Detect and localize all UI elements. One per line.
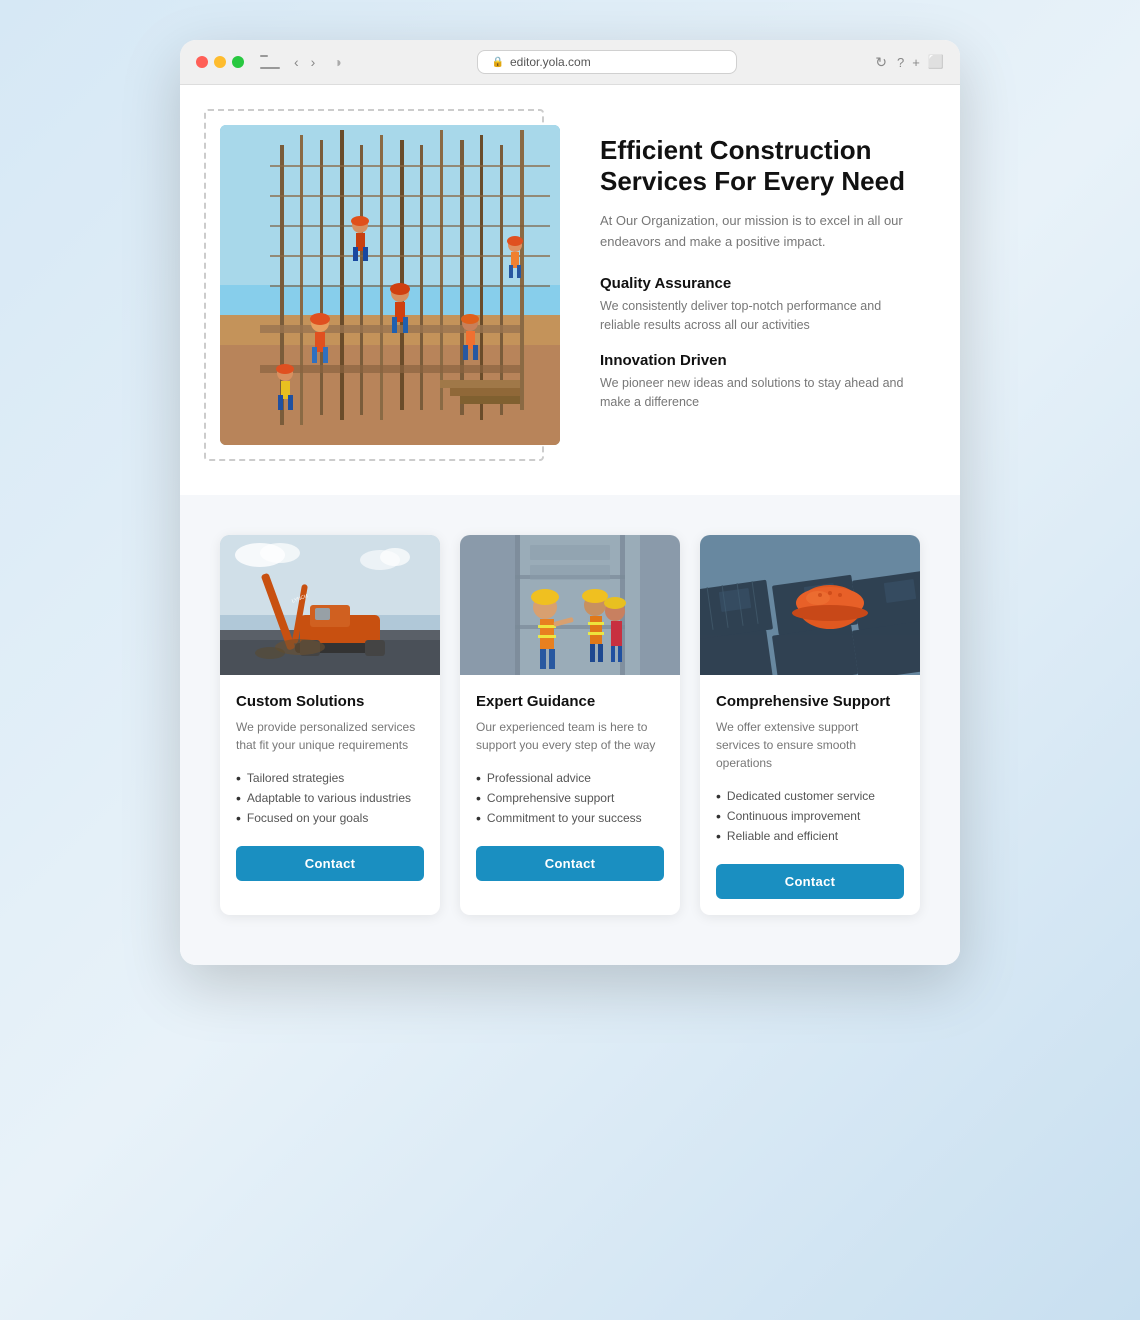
list-item: Professional advice bbox=[476, 768, 664, 788]
card-1-list: Tailored strategies Adaptable to various… bbox=[236, 768, 424, 828]
list-item: Dedicated customer service bbox=[716, 786, 904, 806]
card-comprehensive-support: Comprehensive Support We offer extensive… bbox=[700, 535, 920, 915]
quality-title: Quality Assurance bbox=[600, 275, 920, 292]
card-2-contact-button[interactable]: Contact bbox=[476, 846, 664, 881]
innovation-desc: We pioneer new ideas and solutions to st… bbox=[600, 374, 920, 412]
help-button[interactable]: ? bbox=[897, 54, 904, 70]
toolbar-actions: ? + ⬜ bbox=[897, 54, 944, 70]
card-1-body: Custom Solutions We provide personalized… bbox=[220, 675, 440, 897]
minimize-button[interactable] bbox=[214, 56, 226, 68]
card-2-body: Expert Guidance Our experienced team is … bbox=[460, 675, 680, 897]
sidebar-toggle-icon[interactable] bbox=[260, 55, 280, 69]
new-tab-button[interactable]: + bbox=[912, 54, 920, 70]
card-2-image bbox=[460, 535, 680, 675]
hero-title: Efficient Construction Services For Ever… bbox=[600, 135, 920, 197]
card-3-contact-button[interactable]: Contact bbox=[716, 864, 904, 899]
card-1-desc: We provide personalized services that fi… bbox=[236, 718, 424, 754]
back-button[interactable]: ‹ bbox=[290, 52, 303, 72]
hero-text: Efficient Construction Services For Ever… bbox=[600, 125, 920, 430]
close-button[interactable] bbox=[196, 56, 208, 68]
quality-desc: We consistently deliver top-notch perfor… bbox=[600, 297, 920, 335]
card-1-title: Custom Solutions bbox=[236, 693, 424, 710]
card-2-list: Professional advice Comprehensive suppor… bbox=[476, 768, 664, 828]
list-item: Focused on your goals bbox=[236, 808, 424, 828]
card-1-contact-button[interactable]: Contact bbox=[236, 846, 424, 881]
card-3-desc: We offer extensive support services to e… bbox=[716, 718, 904, 772]
browser-window: ‹ › ◑ 🔒 editor.yola.com ↻ ? + ⬜ bbox=[180, 40, 960, 965]
cards-grid: LYNCH Custom Solutions bbox=[220, 535, 920, 915]
nav-arrows: ‹ › bbox=[290, 52, 319, 72]
list-item: Continuous improvement bbox=[716, 806, 904, 826]
reload-icon[interactable]: ↻ bbox=[875, 54, 887, 71]
theme-icon: ◑ bbox=[333, 54, 341, 70]
quality-feature: Quality Assurance We consistently delive… bbox=[600, 275, 920, 335]
cards-section: LYNCH Custom Solutions bbox=[180, 495, 960, 965]
hero-subtitle: At Our Organization, our mission is to e… bbox=[600, 211, 920, 253]
browser-toolbar: ‹ › ◑ 🔒 editor.yola.com ↻ ? + ⬜ bbox=[180, 40, 960, 85]
lock-icon: 🔒 bbox=[492, 57, 504, 68]
card-2-desc: Our experienced team is here to support … bbox=[476, 718, 664, 754]
list-item: Reliable and efficient bbox=[716, 826, 904, 846]
address-bar-wrap: 🔒 editor.yola.com bbox=[352, 50, 861, 74]
maximize-button[interactable] bbox=[232, 56, 244, 68]
traffic-lights bbox=[196, 56, 244, 68]
hero-section: Efficient Construction Services For Ever… bbox=[180, 85, 960, 495]
list-item: Tailored strategies bbox=[236, 768, 424, 788]
innovation-feature: Innovation Driven We pioneer new ideas a… bbox=[600, 352, 920, 412]
card-3-image bbox=[700, 535, 920, 675]
card-3-title: Comprehensive Support bbox=[716, 693, 904, 710]
hero-image bbox=[220, 125, 560, 445]
forward-button[interactable]: › bbox=[307, 52, 320, 72]
card-expert-guidance: Expert Guidance Our experienced team is … bbox=[460, 535, 680, 915]
list-item: Adaptable to various industries bbox=[236, 788, 424, 808]
browser-content: Efficient Construction Services For Ever… bbox=[180, 85, 960, 965]
url-text: editor.yola.com bbox=[510, 55, 591, 69]
card-custom-solutions: LYNCH Custom Solutions bbox=[220, 535, 440, 915]
address-bar[interactable]: 🔒 editor.yola.com bbox=[477, 50, 737, 74]
extensions-button[interactable]: ⬜ bbox=[928, 54, 944, 70]
innovation-title: Innovation Driven bbox=[600, 352, 920, 369]
list-item: Commitment to your success bbox=[476, 808, 664, 828]
card-1-image: LYNCH bbox=[220, 535, 440, 675]
list-item: Comprehensive support bbox=[476, 788, 664, 808]
card-2-title: Expert Guidance bbox=[476, 693, 664, 710]
card-3-body: Comprehensive Support We offer extensive… bbox=[700, 675, 920, 915]
card-3-list: Dedicated customer service Continuous im… bbox=[716, 786, 904, 846]
hero-image-container bbox=[220, 125, 560, 445]
